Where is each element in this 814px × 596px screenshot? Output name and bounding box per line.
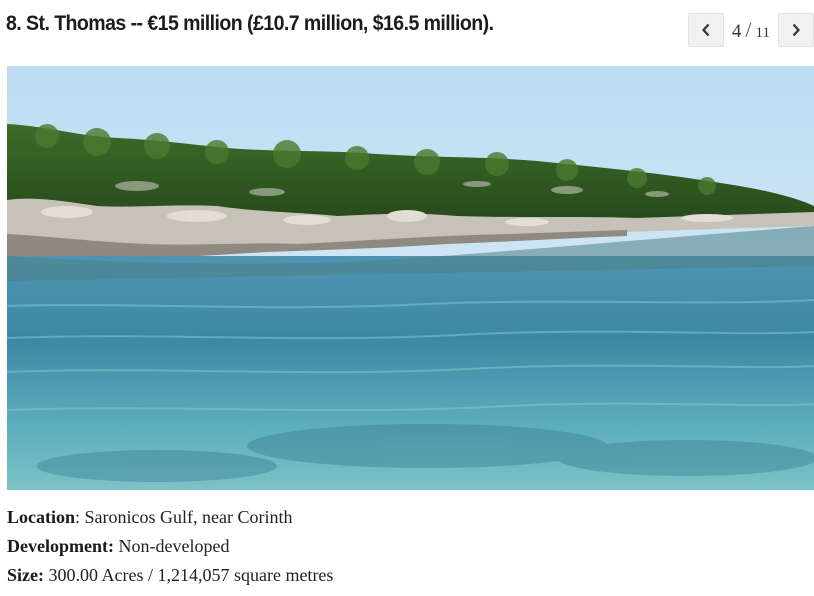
chevron-right-icon [792, 23, 800, 37]
island-photo [7, 66, 814, 490]
size-label: Size: [7, 565, 44, 585]
location-label: Location [7, 507, 76, 527]
slide-counter-separator: / [745, 17, 752, 42]
size-row: Size: 300.00 Acres / 1,214,057 square me… [7, 561, 333, 590]
location-row: Location: Saronicos Gulf, near Corinth [7, 503, 333, 532]
development-label: Development: [7, 536, 114, 556]
current-slide-number: 4 [731, 21, 742, 42]
development-value: Non-developed [113, 536, 230, 556]
slide-counter: 4 / 11 [724, 17, 778, 43]
location-value: : Saronicos Gulf, near Corinth [75, 507, 293, 527]
slide-pager: 4 / 11 [687, 13, 814, 47]
next-slide-button[interactable] [778, 13, 814, 47]
development-row: Development: Non-developed [7, 532, 333, 561]
property-details: Location: Saronicos Gulf, near Corinth D… [7, 503, 333, 590]
previous-slide-button[interactable] [687, 13, 724, 47]
size-value: 300.00 Acres / 1,214,057 square metres [43, 565, 334, 585]
total-slides-number: 11 [755, 25, 770, 41]
slide-title: 8. St. Thomas -- €15 million (£10.7 mill… [6, 12, 494, 35]
chevron-left-icon [701, 23, 710, 37]
